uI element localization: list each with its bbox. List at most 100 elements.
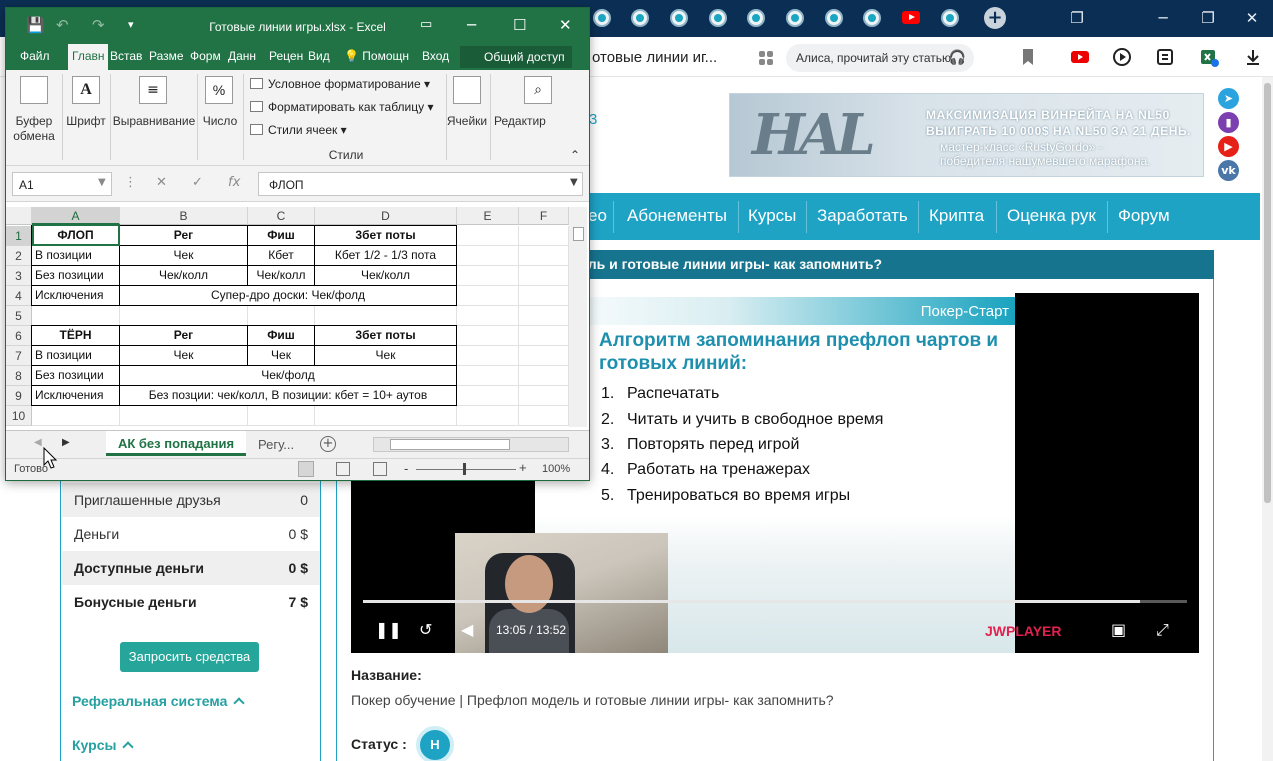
page-title[interactable]: отовые линии иг...: [592, 49, 717, 66]
cell-styles-button[interactable]: Стили ячеек ▾: [250, 123, 347, 137]
clipboard-icon[interactable]: [20, 76, 48, 104]
column-header[interactable]: C: [248, 207, 315, 225]
cell-f2[interactable]: [519, 246, 569, 266]
menu-help[interactable]: 💡 Помощн: [344, 49, 409, 63]
nav-item-subscriptions[interactable]: Абонементы: [627, 206, 727, 226]
cell-b8-merged[interactable]: Чек/фолд: [119, 365, 457, 386]
cell-d7[interactable]: Чек: [314, 345, 457, 366]
row-header[interactable]: 3: [6, 266, 32, 286]
name-box-dropdown-icon[interactable]: ▼: [98, 175, 106, 191]
page-scrollbar[interactable]: [1262, 77, 1273, 761]
vertical-scroll-thumb[interactable]: [573, 227, 584, 241]
jwplayer-logo[interactable]: JWPLAYER: [985, 623, 1062, 639]
format-as-table-button[interactable]: Форматировать как таблицу ▾: [250, 100, 434, 114]
row-header[interactable]: 9: [6, 386, 32, 406]
rewind-10-icon[interactable]: ↺: [419, 620, 432, 640]
column-header[interactable]: A: [32, 207, 120, 225]
menu-home[interactable]: Главн: [68, 44, 108, 70]
tab-favicon[interactable]: [593, 9, 611, 27]
cell-e10[interactable]: [457, 406, 519, 426]
formula-bar-options-icon[interactable]: ⋮: [124, 175, 137, 191]
nav-item-forum[interactable]: Форум: [1118, 206, 1170, 226]
fullscreen-icon[interactable]: ⤢: [1156, 620, 1169, 640]
tab-favicon[interactable]: [747, 9, 765, 27]
share-button[interactable]: Общий доступ: [460, 46, 572, 68]
cell-c1[interactable]: Фиш: [247, 225, 315, 246]
cell-b1[interactable]: Рег: [119, 225, 248, 246]
menu-sign-in[interactable]: Вход: [422, 49, 449, 63]
collections-icon[interactable]: [1155, 47, 1175, 67]
telegram-icon[interactable]: ➤: [1218, 88, 1239, 109]
page-break-view-icon[interactable]: [373, 462, 387, 476]
cell-f5[interactable]: [519, 306, 569, 326]
cell-f4[interactable]: [519, 286, 569, 306]
menu-formulas[interactable]: Форм: [190, 49, 221, 63]
clipboard-group[interactable]: Буфер обмена: [8, 114, 60, 144]
normal-view-icon[interactable]: [298, 461, 314, 477]
menu-view[interactable]: Вид: [308, 49, 330, 63]
minimize-button[interactable]: ─: [1150, 6, 1176, 30]
pause-icon[interactable]: ❚❚: [375, 620, 402, 640]
tab-favicon[interactable]: [863, 9, 881, 27]
row-header[interactable]: 5: [6, 306, 32, 326]
cell-d6[interactable]: 3бет поты: [314, 325, 457, 346]
menu-review[interactable]: Рецен: [269, 49, 303, 63]
cell-c2[interactable]: Кбет: [247, 245, 315, 266]
cell-f7[interactable]: [519, 346, 569, 366]
menu-insert[interactable]: Встав: [110, 49, 142, 63]
status-badge[interactable]: Н: [416, 726, 454, 761]
tab-favicon[interactable]: [825, 9, 843, 27]
row-header[interactable]: 7: [6, 346, 32, 366]
menu-data[interactable]: Данн: [228, 49, 256, 63]
cell-a9[interactable]: Исключения: [31, 385, 120, 406]
cell-c5[interactable]: [248, 306, 315, 326]
cell-b5[interactable]: [120, 306, 248, 326]
editing-group-label[interactable]: Редактир: [492, 114, 552, 128]
enter-icon[interactable]: ✓: [192, 175, 203, 191]
promo-banner[interactable]: HAL МАКСИМИЗАЦИЯ ВИНРЕЙТА НА NL50 ВЫИГРА…: [729, 93, 1204, 177]
cell-c10[interactable]: [248, 406, 315, 426]
font-icon[interactable]: A: [72, 76, 100, 104]
zoom-level[interactable]: 100%: [542, 463, 570, 475]
scroll-tabs-right-icon[interactable]: ▶: [62, 437, 70, 448]
restore-button[interactable]: ❐: [1195, 6, 1221, 30]
row-header[interactable]: 1: [6, 226, 32, 246]
formula-input[interactable]: ФЛОП: [258, 172, 583, 196]
ribbon-display-icon[interactable]: ▭: [420, 14, 432, 36]
media-player-icon[interactable]: [1112, 47, 1132, 67]
cell-f1[interactable]: [519, 226, 569, 246]
number-format-icon[interactable]: %: [205, 76, 233, 104]
new-tab-button[interactable]: +: [984, 7, 1006, 29]
cells-icon[interactable]: [453, 76, 481, 104]
picture-in-picture-icon[interactable]: ▣: [1111, 620, 1126, 640]
video-progress-bar[interactable]: [363, 600, 1187, 603]
twitch-icon[interactable]: ▮: [1218, 112, 1239, 133]
cell-d5[interactable]: [315, 306, 457, 326]
find-icon[interactable]: ⌕: [524, 76, 552, 104]
tab-favicon[interactable]: [631, 9, 649, 27]
excel-close-button[interactable]: ✕: [559, 14, 572, 36]
cell-f8[interactable]: [519, 366, 569, 386]
cell-c6[interactable]: Фиш: [247, 325, 315, 346]
cell-f6[interactable]: [519, 326, 569, 346]
cell-d10[interactable]: [315, 406, 457, 426]
cell-b4-merged[interactable]: Супер-дро доски: Чек/фолд: [119, 285, 457, 306]
cell-e4[interactable]: [457, 286, 519, 306]
alignment-group-label[interactable]: Выравнивание: [112, 114, 196, 128]
cancel-icon[interactable]: ✕: [156, 175, 167, 191]
sheet-tab-active[interactable]: АК без попадания: [106, 431, 246, 456]
cell-a3[interactable]: Без позиции: [31, 265, 120, 286]
cell-f9[interactable]: [519, 386, 569, 406]
cell-b2[interactable]: Чек: [119, 245, 248, 266]
cell-b7[interactable]: Чек: [119, 345, 248, 366]
excel-icon[interactable]: [1199, 47, 1219, 67]
collapse-ribbon-icon[interactable]: ⌃: [568, 148, 582, 162]
cell-e3[interactable]: [457, 266, 519, 286]
cell-b3[interactable]: Чек/колл: [119, 265, 248, 286]
column-header[interactable]: D: [315, 207, 457, 225]
tab-favicon[interactable]: [786, 9, 804, 27]
cell-f10[interactable]: [519, 406, 569, 426]
spreadsheet-grid[interactable]: A B C D E F 1 2 3 4 5 6 7 8 9 10 ФЛОП Ре…: [6, 207, 569, 427]
tab-favicon[interactable]: [670, 9, 688, 27]
cell-a8[interactable]: Без позиции: [31, 365, 120, 386]
